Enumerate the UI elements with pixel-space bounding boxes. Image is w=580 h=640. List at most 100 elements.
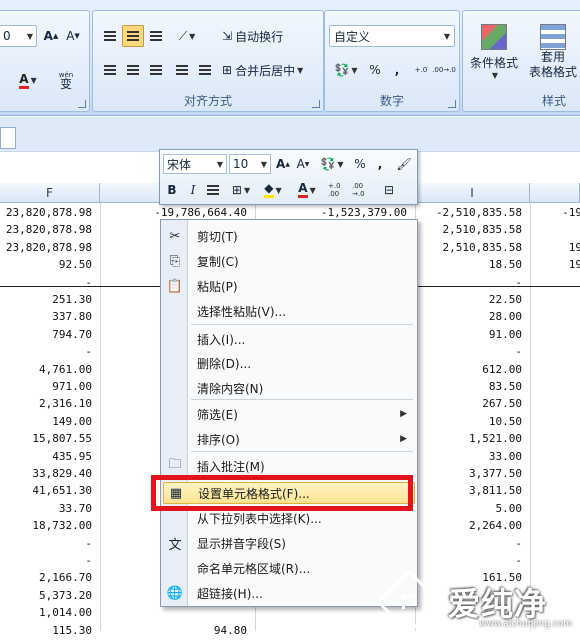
menu-item[interactable]: 文显示拼音字段(S) (163, 532, 415, 554)
cell-i[interactable]: - (515, 551, 522, 570)
align-right-button[interactable] (145, 59, 167, 81)
cell-i[interactable]: 612.00 (482, 360, 522, 379)
cell-f[interactable]: 251.30 (52, 290, 92, 309)
menu-item[interactable]: ⎘ 复制(C) (163, 250, 415, 272)
cell-f[interactable]: 33,829.40 (32, 464, 92, 483)
cell-i[interactable]: 2,264.00 (469, 516, 522, 535)
table-format-button[interactable]: 套用 表格格式 (523, 15, 580, 89)
mini-font-name-select[interactable]: 宋体 ▼ (163, 154, 227, 174)
cell-f[interactable]: 5,373.20 (39, 586, 92, 605)
phonetic-button[interactable]: wén 变 (49, 69, 83, 91)
cell-f[interactable]: - (85, 273, 92, 292)
cell-f[interactable]: 4,761.00 (39, 360, 92, 379)
increase-indent-button[interactable] (194, 59, 216, 81)
cell-i[interactable]: 10.50 (489, 412, 522, 431)
cell-g[interactable]: 94.80 (214, 621, 247, 640)
menu-item[interactable]: 清除内容(N) (163, 377, 415, 399)
menu-item[interactable]: 删除(D)... (163, 352, 415, 374)
format-painter-button[interactable]: 🖌 (394, 154, 414, 174)
mini-center-button[interactable] (204, 180, 222, 200)
cell-j[interactable]: 19 (569, 255, 580, 274)
name-box[interactable] (0, 127, 16, 149)
cell-f[interactable]: - (85, 551, 92, 570)
cell-i[interactable]: 83.50 (489, 377, 522, 396)
cell-i[interactable]: 2,510,835.58 (443, 220, 522, 239)
cell-j[interactable]: -19 (562, 203, 580, 222)
cell-i[interactable]: -2,510,835.58 (436, 203, 522, 222)
cell-f[interactable]: - (85, 342, 92, 361)
cell-f[interactable]: 92.50 (59, 255, 92, 274)
align-middle-button[interactable] (122, 25, 144, 47)
cell-f[interactable]: 2,316.10 (39, 394, 92, 413)
wrap-text-button[interactable]: ⇲ 自动换行 (221, 25, 301, 47)
cell-i[interactable]: 22.50 (489, 290, 522, 309)
cell-f[interactable]: 971.00 (52, 377, 92, 396)
merge-center-button[interactable]: ⊞ 合并后居中 ▼ (221, 59, 319, 81)
mini-italic-button[interactable]: I (184, 180, 202, 200)
cell-f[interactable]: 18,732.00 (32, 516, 92, 535)
mini-shrink-font-button[interactable]: A ▼ (294, 154, 312, 174)
increase-decimal-button[interactable]: +.0 (411, 59, 431, 81)
cell-i[interactable]: - (515, 273, 522, 292)
mini-font-color-button[interactable]: A ▼ (292, 180, 322, 200)
cell-f[interactable]: 337.80 (52, 307, 92, 326)
menu-item[interactable]: 排序(O) ▶ (163, 428, 415, 450)
menu-item[interactable]: 选择性粘贴(V)... (163, 300, 415, 322)
cell-i[interactable]: - (515, 534, 522, 553)
column-header-f[interactable]: F (0, 183, 100, 203)
column-header-i[interactable]: I (415, 183, 530, 203)
mini-decrease-decimal-button[interactable]: .00 →.0 (352, 180, 374, 200)
cell-i[interactable]: 18.50 (489, 255, 522, 274)
mini-merge-button[interactable]: ⊟ (378, 180, 400, 200)
cell-f[interactable]: 115.30 (52, 621, 92, 640)
cell-i[interactable]: 3,377.50 (469, 464, 522, 483)
mini-borders-button[interactable]: ⊞ ▼ (226, 180, 256, 200)
conditional-format-button[interactable]: 条件格式 ▼ (465, 15, 523, 89)
font-size-select[interactable]: 0 ▼ (0, 25, 37, 47)
mini-comma-button[interactable]: , (372, 154, 388, 174)
cell-i[interactable]: 28.00 (489, 307, 522, 326)
cell-i[interactable]: 1,521.00 (469, 429, 522, 448)
cell-i[interactable]: 2,510,835.58 (443, 238, 522, 257)
menu-item[interactable]: 🗀 插入批注(M) (163, 455, 415, 477)
grow-font-button[interactable]: A ▲ (41, 25, 61, 47)
cell-f[interactable]: 1,014.00 (39, 603, 92, 622)
comma-button[interactable]: , (387, 59, 407, 81)
cell-f[interactable]: 23,820,878.98 (6, 238, 92, 257)
cell-f[interactable]: - (85, 534, 92, 553)
cell-i[interactable]: - (515, 342, 522, 361)
cell-f[interactable]: 23,820,878.98 (6, 203, 92, 222)
align-center-button[interactable] (122, 59, 144, 81)
mini-font-size-select[interactable]: 10 ▼ (229, 154, 271, 174)
menu-item[interactable]: 筛选(E) ▶ (163, 403, 415, 425)
cell-j[interactable]: 19 (569, 238, 580, 257)
cell-i[interactable]: 91.00 (489, 325, 522, 344)
cell-f[interactable]: 435.95 (52, 447, 92, 466)
cell-f[interactable]: 794.70 (52, 325, 92, 344)
shrink-font-button[interactable]: A ▼ (63, 25, 83, 47)
decrease-decimal-button[interactable]: .00→.0 (432, 59, 456, 81)
cell-f[interactable]: 149.00 (52, 412, 92, 431)
cell-i[interactable]: 5.00 (496, 499, 523, 518)
number-dialog-launcher[interactable] (448, 100, 456, 108)
currency-button[interactable]: 💱 ▼ (329, 59, 363, 81)
cell-f[interactable]: 41,651.30 (32, 481, 92, 500)
column-header-j[interactable] (530, 183, 580, 203)
menu-item[interactable]: 📋 粘贴(P) (163, 275, 415, 297)
orientation-button[interactable]: ⟋ ▼ (171, 25, 203, 47)
cell-f[interactable]: 33.70 (59, 499, 92, 518)
cell-f[interactable]: 23,820,878.98 (6, 220, 92, 239)
cell-f[interactable]: 15,807.55 (32, 429, 92, 448)
align-top-button[interactable] (99, 25, 121, 47)
alignment-dialog-launcher[interactable] (312, 100, 320, 108)
cell-f[interactable]: 2,166.70 (39, 568, 92, 587)
cell-i[interactable]: 3,811.50 (469, 481, 522, 500)
mini-currency-button[interactable]: 💱 ▼ (316, 154, 348, 174)
mini-increase-decimal-button[interactable]: +.0 .00 (328, 180, 350, 200)
menu-item[interactable]: ✂ 剪切(T) (163, 225, 415, 247)
font-color-button[interactable]: A ▼ (11, 69, 45, 91)
decrease-indent-button[interactable] (171, 59, 193, 81)
number-format-select[interactable]: 自定义 ▼ (329, 25, 455, 47)
percent-button[interactable]: % (365, 59, 385, 81)
font-dialog-launcher[interactable] (78, 100, 86, 108)
